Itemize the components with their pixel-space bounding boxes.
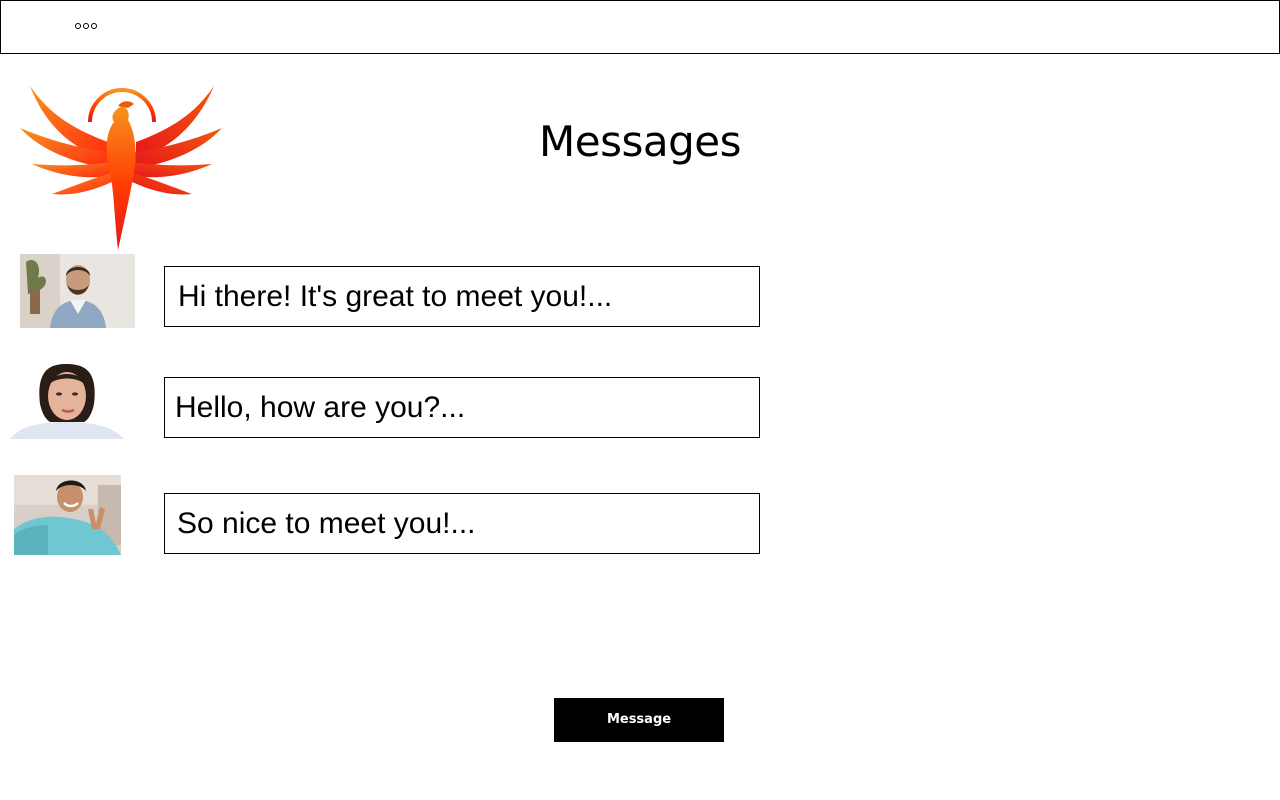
conversation-preview-text: So nice to meet you!...	[177, 507, 476, 540]
avatar-woman-bob-hair[interactable]	[10, 364, 124, 439]
top-bar	[0, 0, 1280, 54]
avatar-man-peace-sign[interactable]	[14, 475, 121, 555]
message-button[interactable]: Message	[554, 698, 724, 742]
conversation-preview[interactable]: So nice to meet you!...	[164, 493, 760, 554]
page-title: Messages	[539, 117, 741, 166]
avatar-man-bearded[interactable]	[20, 254, 135, 328]
conversation-preview-text: Hello, how are you?...	[175, 391, 466, 424]
conversation-preview[interactable]: Hello, how are you?...	[164, 377, 760, 438]
conversation-preview-text: Hi there! It's great to meet you!...	[178, 280, 613, 313]
more-dots-icon[interactable]	[75, 23, 97, 29]
messages-page: Messages Hi there! It's great to meet yo…	[0, 0, 1280, 800]
phoenix-logo-icon	[18, 72, 226, 252]
conversation-preview[interactable]: Hi there! It's great to meet you!...	[164, 266, 760, 327]
